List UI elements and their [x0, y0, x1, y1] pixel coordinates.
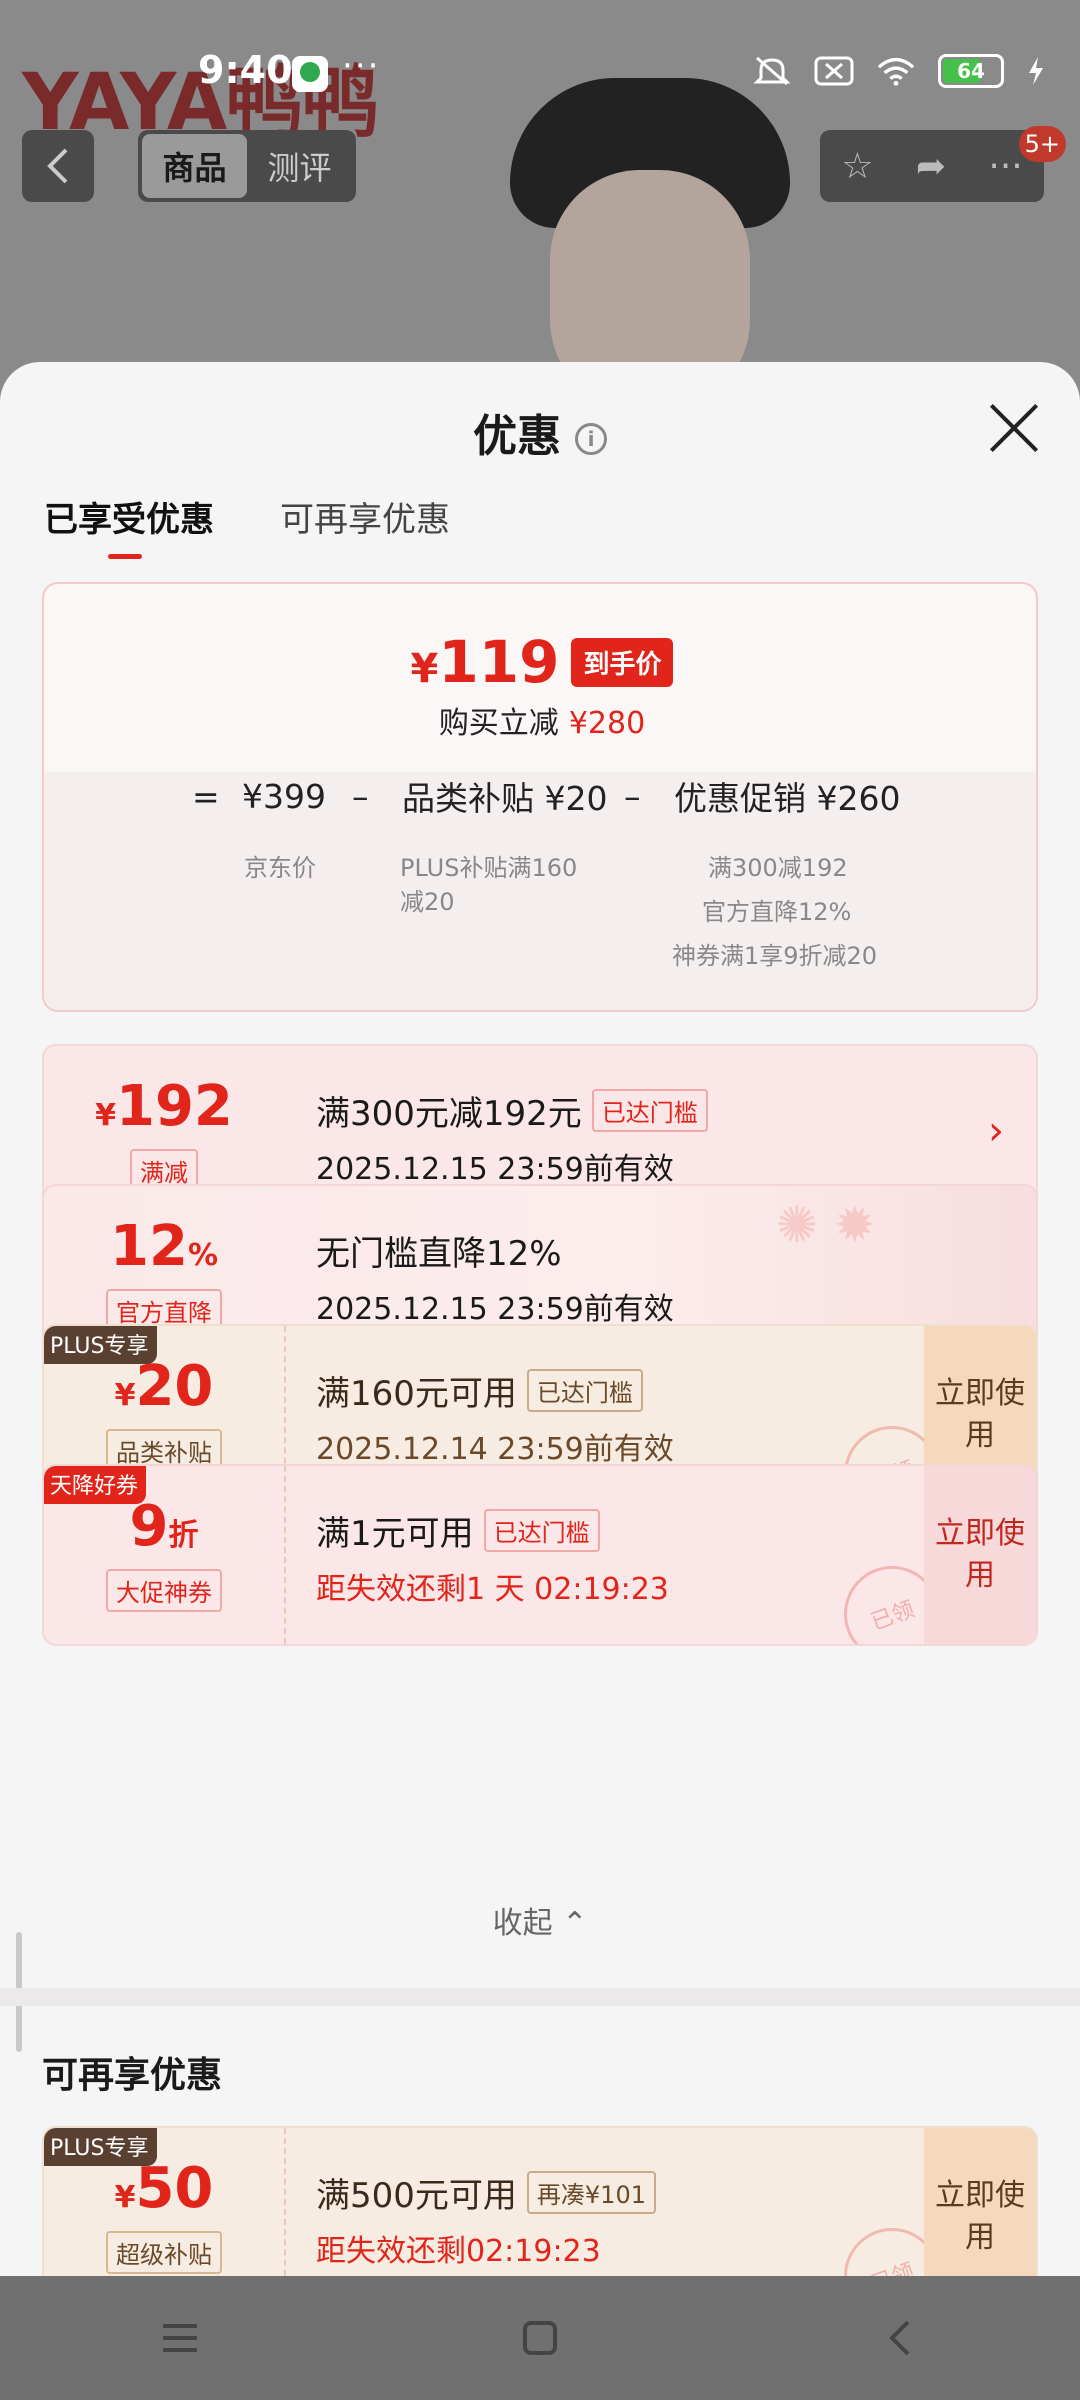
chevron-left-icon	[47, 148, 68, 184]
coupon-super-subsidy: PLUS专享 ¥50 超级补贴 满500元可用 再凑¥101 距失效还剩02:19…	[42, 2126, 1038, 2278]
tab-more-available[interactable]: 可再享优惠	[280, 492, 450, 559]
discount-tabs: 已享受优惠 可再享优惠	[44, 492, 450, 559]
tab-product[interactable]: 商品	[142, 134, 247, 198]
mute-icon	[752, 54, 792, 88]
product-top-nav: 商品 测评 ☆ ➦ ··· 5+	[0, 126, 1080, 210]
coupon-big-promo: 天降好券 9折 大促神券 满1元可用 已达门槛 距失效还剩1 天 02:19:23…	[42, 1464, 1038, 1646]
share-icon[interactable]: ➦	[916, 146, 946, 187]
jd-price: ¥399	[242, 776, 326, 816]
coupon-kind: 超级补贴	[106, 2230, 222, 2274]
menu-icon[interactable]	[150, 2308, 210, 2368]
coupon-countdown: 距失效还剩1 天 02:19:23	[316, 1572, 669, 1607]
coupon-countdown: 距失效还剩02:19:23	[316, 2234, 601, 2269]
battery-icon: 64	[938, 54, 1004, 88]
add-more-badge: 再凑¥101	[526, 2171, 656, 2214]
coupon-title: 满500元可用	[316, 2176, 517, 2216]
battery-level: 64	[957, 59, 985, 83]
coupon-expiry: 2025.12.15 23:59前有效	[316, 1292, 674, 1327]
section-more-available-title: 可再享优惠	[42, 2055, 223, 2096]
price-summary: ¥119 到手价 购买立减 ¥280 = ¥399 – 品类补贴 ¥20 – 优惠…	[42, 582, 1038, 1012]
coupon-expiry: 2025.12.15 23:59前有效	[316, 1152, 674, 1187]
threshold-met-badge: 已达门槛	[526, 1369, 643, 1412]
coupon-title: 满160元可用	[316, 1374, 517, 1414]
back-icon[interactable]	[870, 2308, 930, 2368]
reduce-value: ¥280	[568, 706, 646, 741]
back-button[interactable]	[22, 130, 94, 202]
category-sub-2: 减20	[400, 888, 455, 916]
coupon-amount: 192	[115, 1073, 233, 1139]
more-notifications-icon: ···	[342, 46, 381, 86]
threshold-met-badge: 已达门槛	[483, 1509, 600, 1552]
sheet-title: 优惠	[473, 411, 561, 462]
status-time: 9:40	[198, 48, 293, 92]
promo-discount: 优惠促销 ¥260	[674, 779, 901, 818]
promo-sub-3: 神券满1享9折减20	[672, 942, 878, 970]
final-price-tag: 到手价	[571, 637, 674, 687]
status-bar: 9:40 ··· 64	[0, 0, 1080, 140]
discount-sheet: 优惠 i 已享受优惠 可再享优惠 ¥119 到手价 购买立减 ¥280 = ¥399…	[0, 362, 1080, 2278]
promo-sub-2: 官方直降12%	[702, 898, 852, 926]
coupon-expiry: 2025.12.14 23:59前有效	[316, 1432, 674, 1467]
section-divider	[0, 1988, 1080, 2006]
home-icon[interactable]	[510, 2308, 570, 2368]
jd-price-label: 京东价	[244, 854, 316, 882]
close-button[interactable]	[988, 402, 1040, 454]
coupon-title: 满1元可用	[316, 1514, 474, 1554]
product-tabs: 商品 测评	[138, 130, 356, 202]
system-nav-bar	[0, 2276, 1080, 2400]
sheet-header: 优惠 i	[0, 400, 1080, 464]
chevron-right-icon[interactable]: ›	[988, 1108, 1004, 1154]
coupon-amount: 20	[135, 1353, 214, 1419]
wifi-icon	[876, 54, 916, 88]
use-now-button[interactable]: 立即使用	[924, 2128, 1036, 2278]
charging-icon	[1026, 54, 1046, 88]
tab-enjoyed[interactable]: 已享受优惠	[44, 492, 214, 559]
promo-sub-1: 满300减192	[708, 854, 848, 882]
reduce-line: 购买立减 ¥280	[438, 706, 646, 741]
tab-review[interactable]: 测评	[247, 134, 352, 198]
cart-badge: 5+	[1018, 126, 1066, 162]
no-sim-icon	[814, 54, 854, 88]
favorite-star-icon[interactable]: ☆	[841, 146, 873, 187]
coupon-amount: 12	[110, 1213, 188, 1279]
info-icon[interactable]: i	[575, 423, 607, 455]
coupon-kind: 大促神券	[106, 1568, 222, 1612]
coupon-amount: 50	[135, 2155, 214, 2221]
app-notification-icon	[292, 56, 328, 92]
chevron-up-icon: ⌃	[562, 1906, 588, 1941]
threshold-met-badge: 已达门槛	[591, 1089, 708, 1132]
coupon-title: 满300元减192元	[316, 1094, 582, 1134]
collapse-button[interactable]: 收起 ⌃	[0, 1898, 1080, 1942]
more-icon[interactable]: ···	[988, 146, 1022, 187]
use-now-button[interactable]: 立即使用	[924, 1466, 1036, 1644]
firework-decoration-icon: ✺ ✹	[776, 1196, 876, 1254]
final-price: ¥119	[410, 628, 560, 696]
category-subsidy: 品类补贴 ¥20	[402, 779, 608, 818]
coupon-amount: 9	[129, 1493, 169, 1559]
action-group: ☆ ➦ ···	[820, 130, 1044, 202]
coupon-title: 无门槛直降12%	[316, 1234, 562, 1274]
